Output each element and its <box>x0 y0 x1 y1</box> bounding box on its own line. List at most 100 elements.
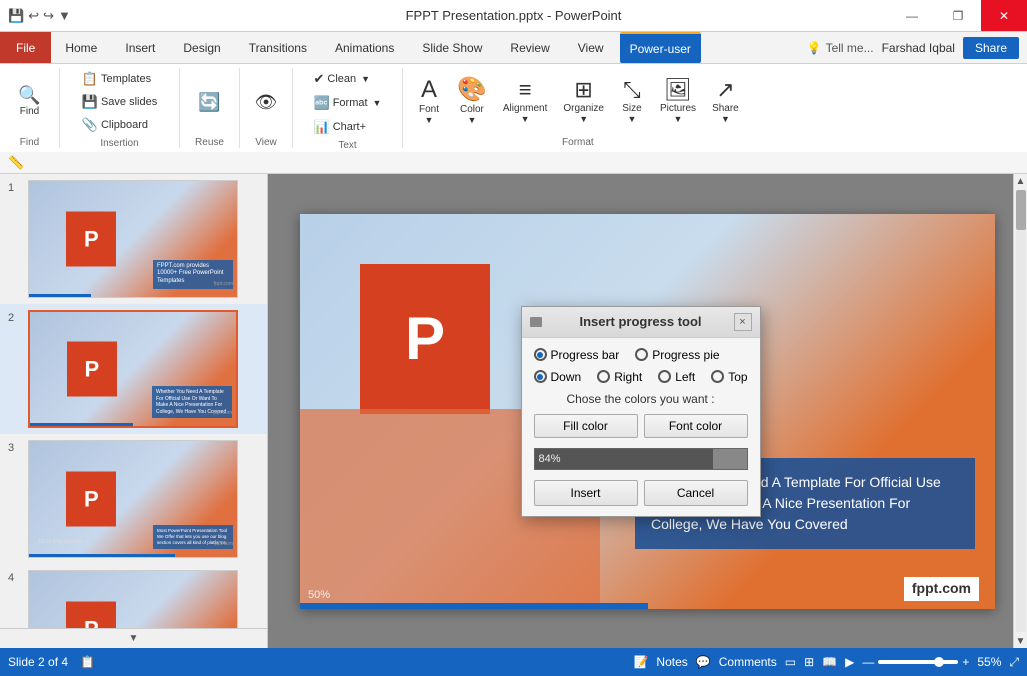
format-group-content: A Font ▼ 🎨 Color ▼ ≡ Alignment ▼ ⊞ Organ… <box>411 68 745 135</box>
reuse-button[interactable]: 🔄 <box>192 91 228 113</box>
alignment-button[interactable]: ≡ Alignment ▼ <box>497 77 553 126</box>
clean-button[interactable]: ✔ Clean ▼ <box>310 68 375 90</box>
font-button[interactable]: A Font ▼ <box>411 76 447 127</box>
zoom-thumb[interactable] <box>934 657 944 667</box>
pictures-icon: 🖼 <box>664 79 692 101</box>
comments-label[interactable]: Comments <box>719 655 777 669</box>
organize-button[interactable]: ⊞ Organize ▼ <box>557 77 610 126</box>
notes-label[interactable]: Notes <box>656 655 687 669</box>
dialog-close-button[interactable]: × <box>734 313 752 331</box>
slide-number-4: 4 <box>8 570 22 584</box>
ribbon-group-view: 👁 View <box>240 68 293 148</box>
tab-slideshow[interactable]: Slide Show <box>408 32 496 63</box>
format-share-button[interactable]: ↗ Share ▼ <box>706 77 745 126</box>
chart-plus-button[interactable]: 📊 Chart+ <box>310 116 371 138</box>
clipboard-button[interactable]: 📎 Clipboard <box>78 114 161 136</box>
canvas-area: P Whether You Need A Template For Offici… <box>268 174 1027 648</box>
tell-me[interactable]: 💡 Tell me... <box>807 41 874 55</box>
tab-view[interactable]: View <box>564 32 618 63</box>
color-button[interactable]: 🎨 Color ▼ <box>451 76 493 127</box>
minimize-btn[interactable]: — <box>889 0 935 31</box>
down-option[interactable]: Down <box>534 370 582 384</box>
cancel-button[interactable]: Cancel <box>644 480 748 506</box>
progress-bar-option[interactable]: Progress bar <box>534 348 620 362</box>
ribbon-group-format: A Font ▼ 🎨 Color ▼ ≡ Alignment ▼ ⊞ Organ… <box>403 68 753 148</box>
scroll-up-arrow[interactable]: ▲ <box>1014 174 1027 188</box>
format-button[interactable]: 🔤 Format ▼ <box>310 92 386 114</box>
fit-slide-icon[interactable]: ⤢ <box>1009 655 1019 670</box>
dialog-title: Insert progress tool <box>548 314 734 329</box>
tab-animations[interactable]: Animations <box>321 32 408 63</box>
customize-icon[interactable]: ▼ <box>58 8 71 23</box>
slide-item-1[interactable]: 1 P FPPT.com provides 10000+ Free PowerP… <box>0 174 267 304</box>
right-radio[interactable] <box>597 370 610 383</box>
ribbon-right: 💡 Tell me... Farshad Iqbal Share <box>807 37 1027 59</box>
progress-fill <box>535 449 713 469</box>
insertion-label: Insertion <box>100 136 138 149</box>
normal-view-icon[interactable]: ▭ <box>785 655 796 669</box>
ribbon-content: 🔍 Find Find 📋 Templates 💾 Save slides 📎 … <box>0 64 1027 152</box>
progress-pie-option[interactable]: Progress pie <box>635 348 719 362</box>
tab-review[interactable]: Review <box>496 32 563 63</box>
search-icon: 🔍 <box>18 86 40 104</box>
view-button[interactable]: 👁 <box>248 91 284 113</box>
color-icon: 🎨 <box>457 78 487 102</box>
templates-button[interactable]: 📋 Templates <box>78 68 161 90</box>
slide1-logo: P <box>66 212 116 267</box>
tab-home[interactable]: Home <box>51 32 111 63</box>
chart-icon: 📊 <box>314 119 330 135</box>
insertion-buttons: 📋 Templates 💾 Save slides 📎 Clipboard <box>78 68 161 136</box>
find-button[interactable]: 🔍 Find <box>12 84 48 119</box>
share-button[interactable]: Share <box>963 37 1019 59</box>
organize-icon: ⊞ <box>574 79 592 101</box>
slide-panel: 1 P FPPT.com provides 10000+ Free PowerP… <box>0 174 268 648</box>
progress-value: 84% <box>539 453 561 465</box>
redo-icon[interactable]: ↪ <box>43 8 54 24</box>
slide-sorter-icon[interactable]: ⊞ <box>804 655 814 669</box>
tab-transitions[interactable]: Transitions <box>235 32 321 63</box>
reading-view-icon[interactable]: 📖 <box>822 655 837 669</box>
dialog-actions: Insert Cancel <box>534 480 748 506</box>
down-radio[interactable] <box>534 370 547 383</box>
zoom-level[interactable]: 55% <box>977 655 1001 669</box>
undo-icon[interactable]: ↩ <box>28 8 39 24</box>
slide-thumb-3: P Most PowerPoint Presentation Tool We O… <box>28 440 238 558</box>
top-radio[interactable] <box>711 370 724 383</box>
right-option[interactable]: Right <box>597 370 642 384</box>
fill-color-button[interactable]: Fill color <box>534 414 638 438</box>
font-color-button[interactable]: Font color <box>644 414 748 438</box>
progress-bar-radio[interactable] <box>534 348 547 361</box>
save-icon[interactable]: 💾 <box>8 8 24 24</box>
size-button[interactable]: ⤡ Size ▼ <box>614 77 650 126</box>
color-dropdown: ▼ <box>467 115 476 125</box>
close-btn[interactable]: ✕ <box>981 0 1027 31</box>
size-dropdown: ▼ <box>627 114 636 124</box>
clean-icon: ✔ <box>314 71 325 87</box>
zoom-in-icon[interactable]: + <box>962 655 969 669</box>
templates-icon: 📋 <box>82 71 98 87</box>
tab-file[interactable]: File <box>0 32 51 63</box>
scroll-track-v <box>1016 190 1026 632</box>
tab-design[interactable]: Design <box>169 32 234 63</box>
scroll-thumb-v[interactable] <box>1016 190 1026 230</box>
tab-poweruser[interactable]: Power-user <box>620 32 701 63</box>
font-dropdown: ▼ <box>425 115 434 125</box>
slide-number-3: 3 <box>8 440 22 454</box>
left-radio[interactable] <box>658 370 671 383</box>
slide-show-icon[interactable]: ▶ <box>845 655 854 669</box>
slide-item-2[interactable]: 2 P Whether You Need A Template For Offi… <box>0 304 267 434</box>
insert-button[interactable]: Insert <box>534 480 638 506</box>
pictures-button[interactable]: 🖼 Pictures ▼ <box>654 77 702 126</box>
slide-item-3[interactable]: 3 P Most PowerPoint Presentation Tool We… <box>0 434 267 564</box>
scroll-down-arrow[interactable]: ▼ <box>1014 634 1027 648</box>
top-option[interactable]: Top <box>711 370 747 384</box>
zoom-out-icon[interactable]: — <box>862 655 874 669</box>
status-bar: Slide 2 of 4 📋 📝 Notes 💬 Comments ▭ ⊞ 📖 … <box>0 648 1027 676</box>
progress-pie-radio[interactable] <box>635 348 648 361</box>
left-option[interactable]: Left <box>658 370 695 384</box>
slide-panel-scroll-down[interactable]: ▼ <box>0 628 267 648</box>
zoom-track[interactable] <box>878 660 958 664</box>
restore-btn[interactable]: ❐ <box>935 0 981 31</box>
save-slides-button[interactable]: 💾 Save slides <box>78 91 161 113</box>
tab-insert[interactable]: Insert <box>111 32 169 63</box>
